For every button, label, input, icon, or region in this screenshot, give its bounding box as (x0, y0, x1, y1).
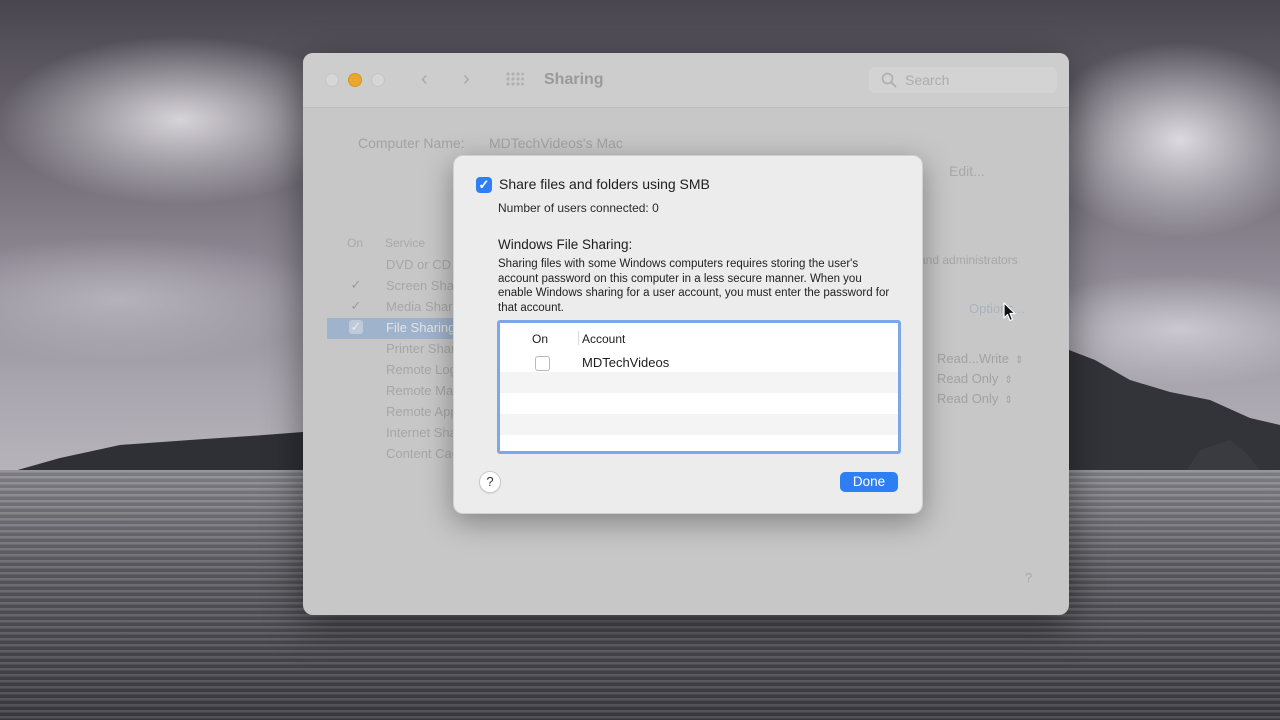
on-column-header: On (532, 332, 549, 346)
window-help-button[interactable]: ? (1025, 570, 1032, 585)
computer-name-field[interactable]: MDTechVideos's Mac (489, 135, 623, 151)
service-column-header: Service (385, 236, 426, 250)
column-divider (578, 331, 579, 345)
done-button[interactable]: Done (840, 472, 898, 492)
permissions-note-text: and administrators (919, 253, 1018, 267)
service-on-column-header: On (347, 236, 364, 250)
window-title: Sharing (544, 71, 604, 88)
account-table[interactable]: On Account MDTechVideos (497, 320, 901, 454)
forward-arrow-icon[interactable]: › (463, 69, 470, 89)
permission-select[interactable]: Read...Write ⇕ (937, 351, 1023, 366)
back-arrow-icon[interactable]: ‹ (421, 69, 428, 89)
account-column-header: Account (582, 332, 626, 346)
mouse-pointer-icon (1003, 302, 1016, 322)
smb-share-label[interactable]: Share files and folders using SMB (499, 176, 710, 192)
checkmark-icon[interactable]: ✓ (349, 299, 363, 313)
service-checkbox[interactable] (349, 383, 363, 397)
table-row-empty (500, 372, 898, 393)
permission-value: Read Only (937, 391, 999, 406)
permission-value: Read Only (937, 371, 999, 386)
service-checkbox[interactable] (349, 425, 363, 439)
users-connected-text: Number of users connected: 0 (498, 201, 659, 215)
show-all-grid-icon[interactable] (506, 72, 524, 86)
permission-value: Read...Write (937, 351, 1010, 366)
service-checkbox[interactable] (349, 341, 363, 355)
smb-options-sheet: ✓ Share files and folders using SMB Numb… (453, 155, 923, 514)
service-checkbox[interactable] (349, 404, 363, 418)
windows-file-sharing-description: Sharing files with some Windows computer… (498, 258, 890, 314)
checkmark-icon[interactable]: ✓ (349, 278, 363, 292)
service-checkbox[interactable] (349, 362, 363, 376)
minimize-window-button[interactable] (348, 73, 362, 87)
account-table-header: On Account (500, 323, 898, 351)
edit-computer-name-button[interactable]: Edit... (949, 163, 985, 179)
windows-file-sharing-heading: Windows File Sharing: (498, 237, 633, 252)
account-name: MDTechVideos (582, 355, 670, 370)
search-field[interactable]: Search (869, 67, 1057, 93)
service-checkbox[interactable] (349, 446, 363, 460)
zoom-window-button[interactable] (371, 73, 385, 87)
service-checkbox[interactable] (349, 257, 363, 271)
computer-name-label: Computer Name: (358, 135, 465, 151)
table-row[interactable]: MDTechVideos (500, 351, 898, 372)
close-window-button[interactable] (325, 73, 339, 87)
service-name: File Sharing (386, 320, 456, 335)
search-icon (881, 72, 897, 88)
chevron-updown-icon: ⇕ (1004, 375, 1013, 386)
search-placeholder: Search (905, 72, 950, 88)
permission-select[interactable]: Read Only ⇕ (937, 371, 1013, 386)
table-row-empty (500, 393, 898, 414)
window-titlebar: ‹ › Sharing Search (303, 53, 1069, 108)
help-button[interactable]: ? (479, 471, 501, 493)
chevron-updown-icon: ⇕ (1004, 395, 1013, 406)
permission-select[interactable]: Read Only ⇕ (937, 391, 1013, 406)
table-row-empty (500, 414, 898, 435)
checkmark-icon[interactable]: ✓ (349, 320, 363, 334)
account-enable-checkbox[interactable] (535, 356, 550, 371)
smb-share-checkbox[interactable]: ✓ (476, 177, 492, 193)
chevron-updown-icon: ⇕ (1015, 355, 1024, 366)
